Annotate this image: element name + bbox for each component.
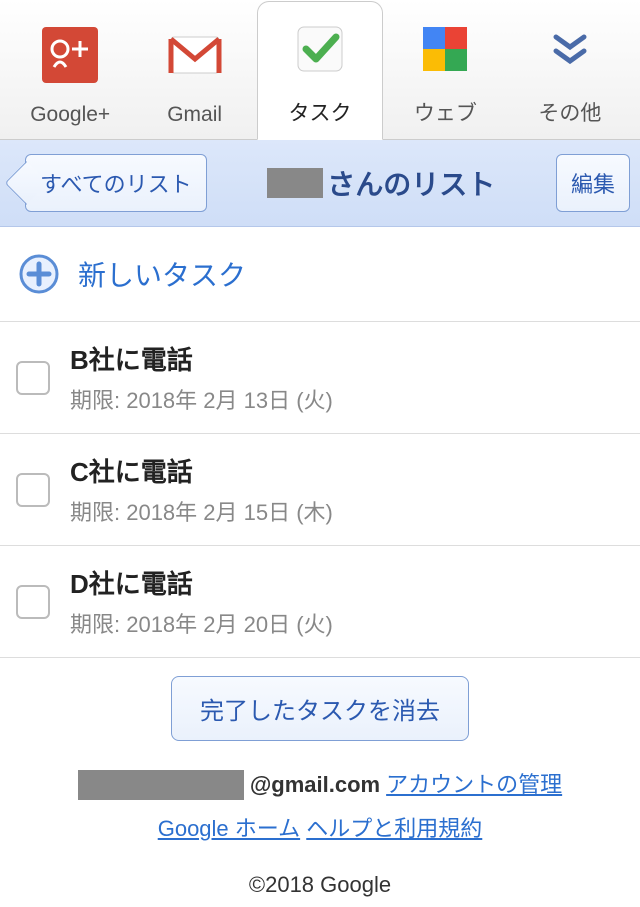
task-title: C社に電話	[70, 452, 624, 489]
chevrons-down-icon	[542, 21, 598, 77]
task-row[interactable]: B社に電話 期限: 2018年 2月 13日 (火)	[0, 322, 640, 434]
task-title: B社に電話	[70, 340, 624, 377]
new-task-label: 新しいタスク	[78, 254, 246, 294]
task-row[interactable]: D社に電話 期限: 2018年 2月 20日 (火)	[0, 546, 640, 658]
tab-label: Gmail	[167, 103, 222, 127]
task-checkbox[interactable]	[16, 361, 50, 395]
google-plus-icon	[42, 27, 98, 83]
clear-completed-label: 完了したタスクを消去	[200, 698, 440, 725]
back-button-label: すべてのリスト	[40, 167, 192, 199]
task-due: 期限: 2018年 2月 13日 (火)	[70, 383, 624, 415]
list-title: さんのリスト	[207, 163, 556, 203]
task-due: 期限: 2018年 2月 15日 (木)	[70, 495, 624, 527]
top-tabs: Google+ Gmail タスク	[0, 0, 640, 140]
task-title: D社に電話	[70, 564, 624, 601]
copyright: ©2018 Google	[0, 863, 640, 907]
tab-tasks[interactable]: タスク	[257, 1, 383, 140]
redacted-username	[267, 168, 323, 198]
gmail-icon	[167, 27, 223, 83]
new-task-button[interactable]: 新しいタスク	[0, 227, 640, 322]
list-title-suffix: さんのリスト	[327, 163, 495, 203]
task-content: B社に電話 期限: 2018年 2月 13日 (火)	[70, 340, 624, 415]
footer-email-line: @gmail.com アカウントの管理	[0, 763, 640, 807]
clear-completed-row: 完了したタスクを消去	[0, 658, 640, 763]
footer-links: Google ホーム ヘルプと利用規約	[0, 807, 640, 851]
redacted-email	[78, 770, 244, 800]
tab-label: ウェブ	[414, 97, 477, 127]
help-terms-link[interactable]: ヘルプと利用規約	[306, 816, 482, 841]
email-suffix: @gmail.com	[250, 763, 380, 807]
tab-more[interactable]: その他	[508, 0, 632, 139]
edit-button[interactable]: 編集	[556, 154, 630, 212]
account-manage-link[interactable]: アカウントの管理	[386, 763, 562, 807]
footer: @gmail.com アカウントの管理 Google ホーム ヘルプと利用規約 …	[0, 763, 640, 907]
tab-google-plus[interactable]: Google+	[8, 0, 132, 139]
edit-button-label: 編集	[571, 172, 615, 197]
task-content: D社に電話 期限: 2018年 2月 20日 (火)	[70, 564, 624, 639]
tasks-icon	[292, 21, 348, 77]
tab-label: その他	[538, 97, 601, 127]
google-home-link[interactable]: Google ホーム	[158, 816, 300, 841]
tab-label: タスク	[289, 97, 352, 127]
clear-completed-button[interactable]: 完了したタスクを消去	[171, 676, 469, 741]
task-row[interactable]: C社に電話 期限: 2018年 2月 15日 (木)	[0, 434, 640, 546]
tab-gmail[interactable]: Gmail	[132, 0, 256, 139]
google-web-icon	[417, 21, 473, 77]
task-checkbox[interactable]	[16, 473, 50, 507]
tab-label: Google+	[30, 103, 110, 127]
back-button[interactable]: すべてのリスト	[25, 154, 207, 212]
plus-circle-icon	[18, 253, 60, 295]
task-checkbox[interactable]	[16, 585, 50, 619]
task-due: 期限: 2018年 2月 20日 (火)	[70, 607, 624, 639]
task-content: C社に電話 期限: 2018年 2月 15日 (木)	[70, 452, 624, 527]
tab-web[interactable]: ウェブ	[383, 0, 507, 139]
list-header: すべてのリスト さんのリスト 編集	[0, 140, 640, 227]
